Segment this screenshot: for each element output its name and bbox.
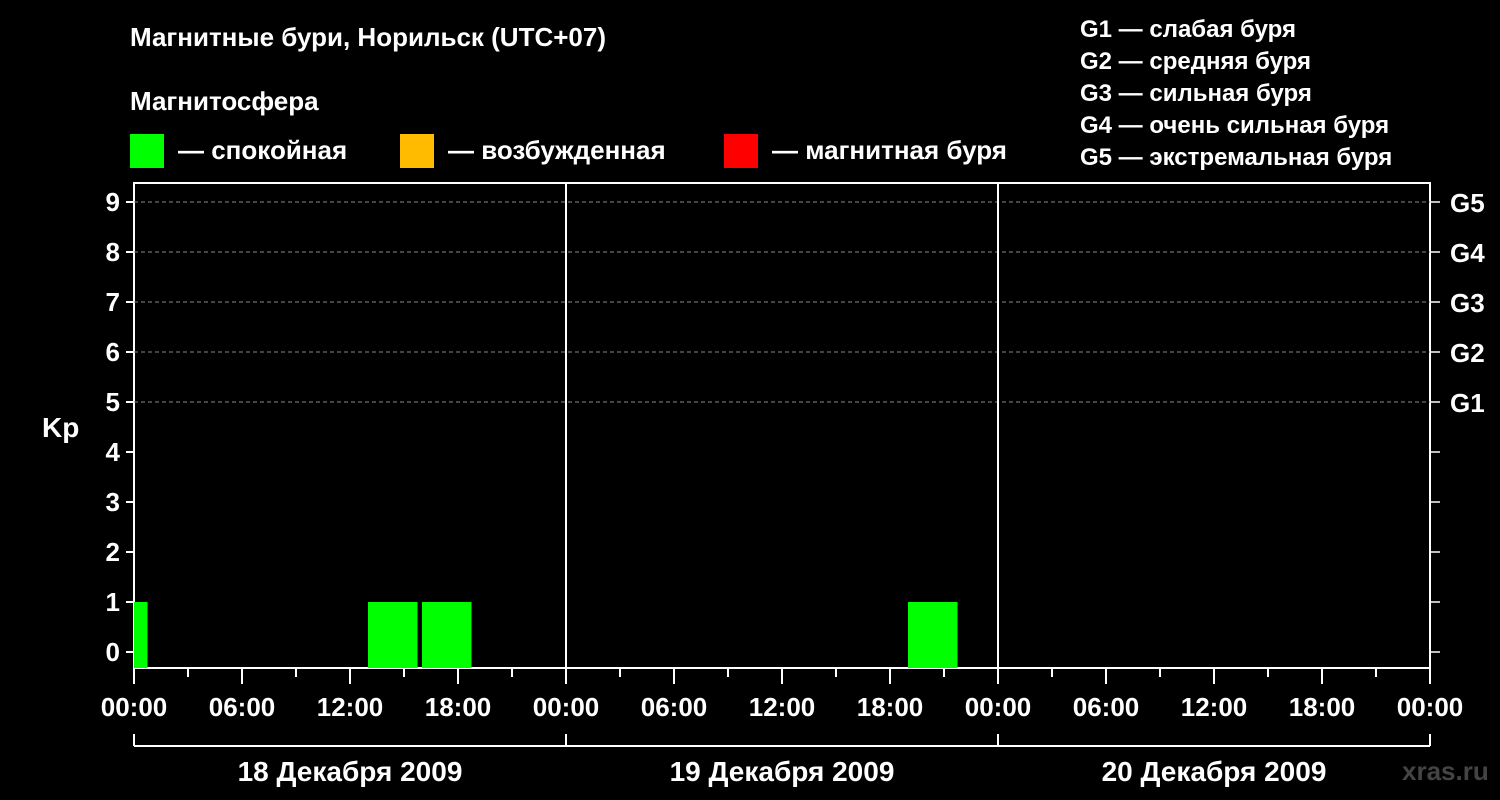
day-label: 18 Декабря 2009: [238, 756, 463, 787]
plot-frame: [133, 182, 1431, 669]
kp-chart: 0 1 2 3 4 5 6 7 8 9 Kp G1 G2 G3 G4 G5 00:00 06:00 12:00 18:…: [42, 182, 1485, 787]
g-level-label: G4: [1450, 238, 1485, 268]
x-tick-label: 00:00: [101, 692, 168, 722]
y-tick-label: 2: [106, 537, 120, 567]
day-label: 19 Декабря 2009: [670, 756, 895, 787]
watermark: xras.ru: [1402, 756, 1489, 786]
kp-bar: [908, 602, 958, 668]
y-tick-label: 7: [106, 287, 120, 317]
x-tick-label: 06:00: [641, 692, 708, 722]
x-tick-label: 18:00: [425, 692, 492, 722]
y-tick-label: 8: [106, 237, 120, 267]
x-tick-label: 00:00: [965, 692, 1032, 722]
x-tick-label: 00:00: [533, 692, 600, 722]
y-tick-label: 0: [106, 637, 120, 667]
y-tick-label: 3: [106, 487, 120, 517]
kp-bar: [422, 602, 472, 668]
y-tick-label: 9: [106, 187, 120, 217]
y-tick-label: 1: [106, 587, 120, 617]
x-tick-label: 18:00: [1289, 692, 1356, 722]
g-level-label: G2: [1450, 338, 1485, 368]
x-tick-label: 12:00: [749, 692, 816, 722]
x-tick-label: 12:00: [1181, 692, 1248, 722]
y-tick-label: 5: [106, 387, 120, 417]
g-level-label: G5: [1450, 188, 1485, 218]
y-axis-label: Kp: [42, 412, 79, 443]
g-level-label: G3: [1450, 288, 1485, 318]
y-tick-label: 6: [106, 337, 120, 367]
x-tick-label: 18:00: [857, 692, 924, 722]
x-tick-label: 06:00: [1073, 692, 1140, 722]
g-level-label: G1: [1450, 388, 1485, 418]
day-label: 20 Декабря 2009: [1102, 756, 1327, 787]
x-tick-label: 12:00: [317, 692, 384, 722]
kp-bar: [368, 602, 418, 668]
y-tick-label: 4: [106, 437, 121, 467]
x-tick-label: 06:00: [209, 692, 276, 722]
kp-bar: [134, 602, 148, 668]
x-tick-label: 00:00: [1397, 692, 1464, 722]
